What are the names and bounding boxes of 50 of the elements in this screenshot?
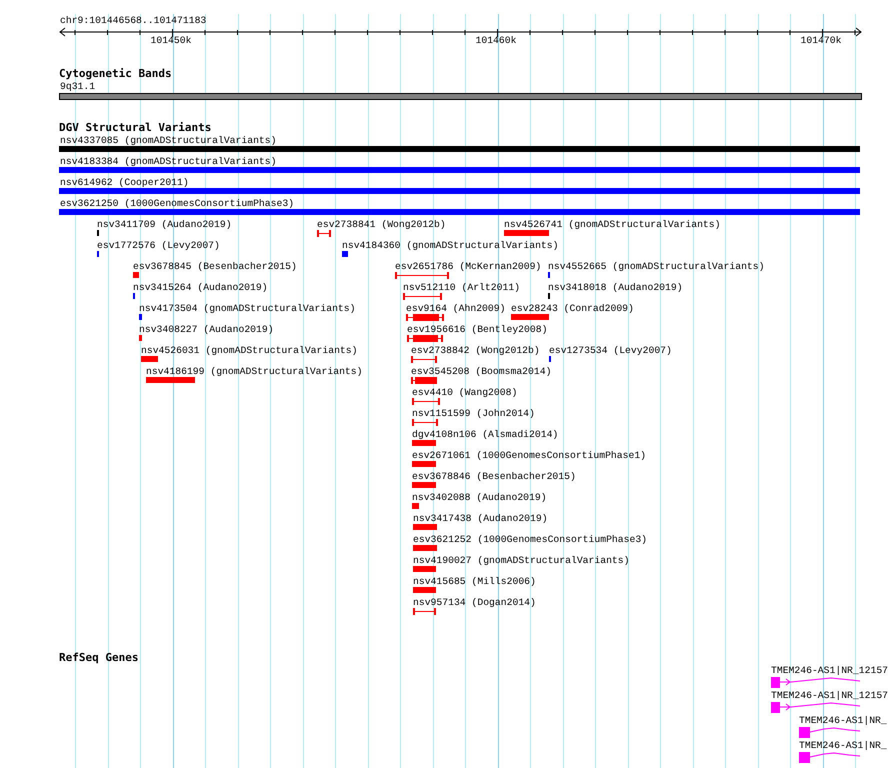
variant-label: dgv4108n106 (Alsmadi2014) [412,429,558,440]
gene-label: TMEM246-AS1|NR_12157 [771,690,888,701]
track-title: Cytogenetic Bands [59,68,172,79]
variant-label: nsv3411709 (Audano2019) [97,219,232,230]
variant-label: nsv3417438 (Audano2019) [413,513,548,524]
variant-label: nsv4183384 (gnomADStructuralVariants) [60,156,276,167]
variant-label: esv3678845 (Besenbacher2015) [133,261,297,272]
variant-label: nsv4526031 (gnomADStructuralVariants) [141,345,358,356]
variant-label: esv28243 (Conrad2009) [511,303,634,314]
variant-label: nsv957134 (Dogan2014) [413,597,536,608]
variant-label: nsv3402088 (Audano2019) [412,492,547,503]
gene-label: TMEM246-AS1|NR_ [799,740,887,751]
gene-model-drawing [799,726,861,739]
gene-model-drawing [799,751,861,764]
scale-label: 101450k [150,35,192,46]
gene-label: TMEM246-AS1|NR_12157 [771,665,888,676]
variant-label: nsv415685 (Mills2006) [413,576,536,587]
variant-label: nsv4552665 (gnomADStructuralVariants) [548,261,764,272]
variant-label: esv1772576 (Levy2007) [97,240,220,251]
track-title: DGV Structural Variants [59,122,212,133]
variant-label: nsv512110 (Arlt2011) [403,282,520,293]
scale-label: 101460k [476,35,516,46]
variant-label: nsv4186199 (gnomADStructuralVariants) [146,366,362,377]
variant-label: esv3621250 (1000GenomesConsortiumPhase3) [60,198,294,209]
location-label: chr9:101446568..101471183 [60,15,206,26]
band-label: 9q31.1 [60,81,96,92]
variant-label: nsv4173504 (gnomADStructuralVariants) [139,303,356,314]
variant-label: nsv3408227 (Audano2019) [139,324,274,335]
scale-label: 101470k [800,35,842,46]
variant-label: esv4410 (Wang2008) [412,387,518,398]
variant-label: esv2738841 (Wong2012b) [317,219,446,230]
variant-label: nsv4526741 (gnomADStructuralVariants) [504,219,720,230]
variant-label: esv1273534 (Levy2007) [549,345,672,356]
variant-label: nsv4184360 (gnomADStructuralVariants) [342,240,558,251]
variant-label: esv9164 (Ahn2009) [406,303,506,314]
variant-label: nsv4337085 (gnomADStructuralVariants) [60,135,276,146]
variant-label: esv3678846 (Besenbacher2015) [412,471,576,482]
variant-label: esv2651786 (McKernan2009) [395,261,542,272]
variant-label: nsv3415264 (Audano2019) [133,282,268,293]
variant-label: esv3621252 (1000GenomesConsortiumPhase3) [413,534,648,545]
track-title: RefSeq Genes [59,652,138,663]
variant-label: nsv614962 (Cooper2011) [60,177,189,188]
variant-label: nsv3418018 (Audano2019) [548,282,683,293]
variant-label: esv1956616 (Bentley2008) [407,324,548,335]
gene-label: TMEM246-AS1|NR_ [799,715,887,726]
variant-label: esv2738842 (Wong2012b) [411,345,540,356]
variant-label: esv3545208 (Boomsma2014) [411,366,552,377]
variant-label: nsv1151599 (John2014) [412,408,535,419]
variant-label: nsv4190027 (gnomADStructuralVariants) [413,555,630,566]
variant-label: esv2671061 (1000GenomesConsortiumPhase1) [412,450,646,461]
